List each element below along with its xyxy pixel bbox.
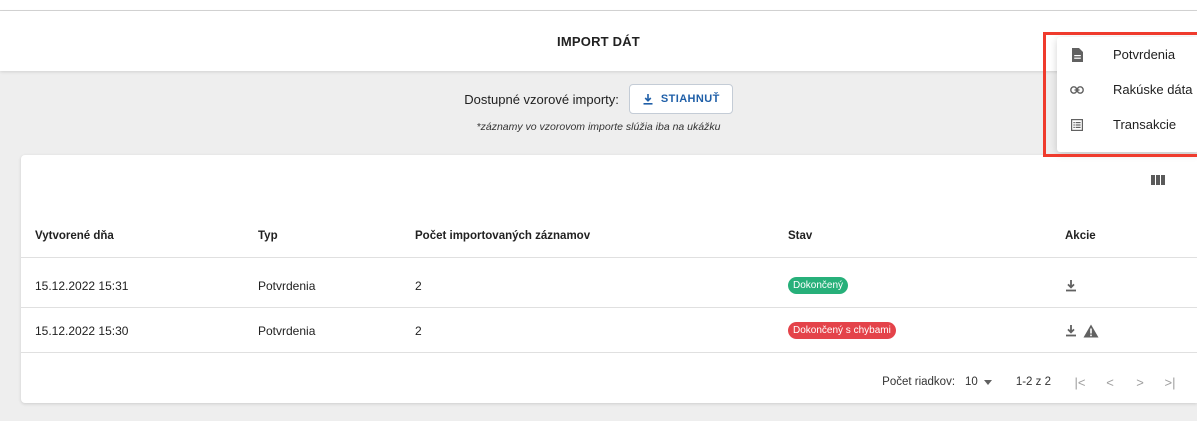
first-page-button[interactable]: |<	[1065, 375, 1095, 390]
table-row: 15.12.2022 15:31 Potvrdenia 2 Dokončený	[21, 263, 1197, 308]
type-cell: Potvrdenia	[258, 278, 316, 293]
imports-table-card: Vytvorené dňa Typ Počet importovaných zá…	[21, 155, 1197, 403]
page-range: 1-2 z 2	[1015, 376, 1051, 388]
sample-imports-label: Dostupné vzorové importy:	[464, 91, 619, 107]
link-icon	[1070, 83, 1084, 97]
download-sample-label: STIAHNUŤ	[660, 93, 720, 105]
menu-item-transakcie[interactable]: Transakcie	[1057, 107, 1197, 142]
rows-per-page-select[interactable]: 10	[965, 376, 992, 388]
menu-item-label: Potvrdenia	[1113, 47, 1176, 62]
table-header: Vytvorené dňa Typ Počet importovaných zá…	[21, 213, 1197, 258]
download-icon[interactable]	[1065, 279, 1077, 292]
status-cell: Dokončený s chybami	[788, 308, 896, 353]
column-actions: Akcie	[1065, 229, 1096, 242]
last-page-button[interactable]: >|	[1155, 375, 1185, 390]
previous-page-button[interactable]: <	[1095, 375, 1125, 390]
download-icon	[643, 94, 653, 105]
rows-per-page-value: 10	[965, 376, 978, 388]
list-icon	[1070, 118, 1084, 132]
table-row: 15.12.2022 15:30 Potvrdenia 2 Dokončený …	[21, 308, 1197, 353]
status-cell: Dokončený	[788, 263, 849, 308]
page-title: IMPORT DÁT	[557, 33, 640, 49]
menu-item-potvrdenia[interactable]: Potvrdenia	[1057, 37, 1197, 72]
actions-cell	[1065, 308, 1105, 353]
type-cell: Potvrdenia	[258, 323, 316, 338]
chevron-down-icon	[983, 379, 992, 385]
sample-imports-bar: Dostupné vzorové importy: STIAHNUŤ	[0, 84, 1197, 114]
rows-per-page-label: Počet riadkov:	[882, 376, 956, 388]
document-icon	[1070, 47, 1084, 62]
created-cell: 15.12.2022 15:31	[35, 278, 129, 293]
download-icon[interactable]	[1065, 324, 1077, 337]
column-type[interactable]: Typ	[258, 213, 278, 258]
count-cell: 2	[415, 278, 422, 293]
created-cell: 15.12.2022 15:30	[35, 323, 129, 338]
actions-cell	[1065, 263, 1083, 308]
column-status[interactable]: Stav	[788, 213, 812, 258]
pagination: Počet riadkov: 10 1-2 z 2 |< < > >|	[21, 367, 1197, 397]
column-created[interactable]: Vytvorené dňa	[35, 213, 114, 258]
sample-note: *záznamy vo vzorovom importe slúžia iba …	[476, 121, 721, 133]
view-columns-icon[interactable]	[1151, 175, 1165, 185]
column-count[interactable]: Počet importovaných záznamov	[415, 213, 590, 258]
menu-item-label: Transakcie	[1113, 117, 1177, 132]
next-page-button[interactable]: >	[1125, 375, 1155, 390]
count-cell: 2	[415, 323, 422, 338]
status-badge: Dokončený s chybami	[788, 322, 896, 339]
import-type-menu: Potvrdenia Rakúske dáta Transakcie	[1057, 37, 1197, 152]
menu-item-rakuske-data[interactable]: Rakúske dáta	[1057, 72, 1197, 107]
warning-icon[interactable]	[1083, 324, 1099, 338]
status-badge: Dokončený	[788, 277, 849, 294]
download-sample-button[interactable]: STIAHNUŤ	[628, 84, 733, 114]
menu-item-label: Rakúske dáta	[1113, 82, 1193, 97]
page-header: IMPORT DÁT	[0, 11, 1197, 71]
